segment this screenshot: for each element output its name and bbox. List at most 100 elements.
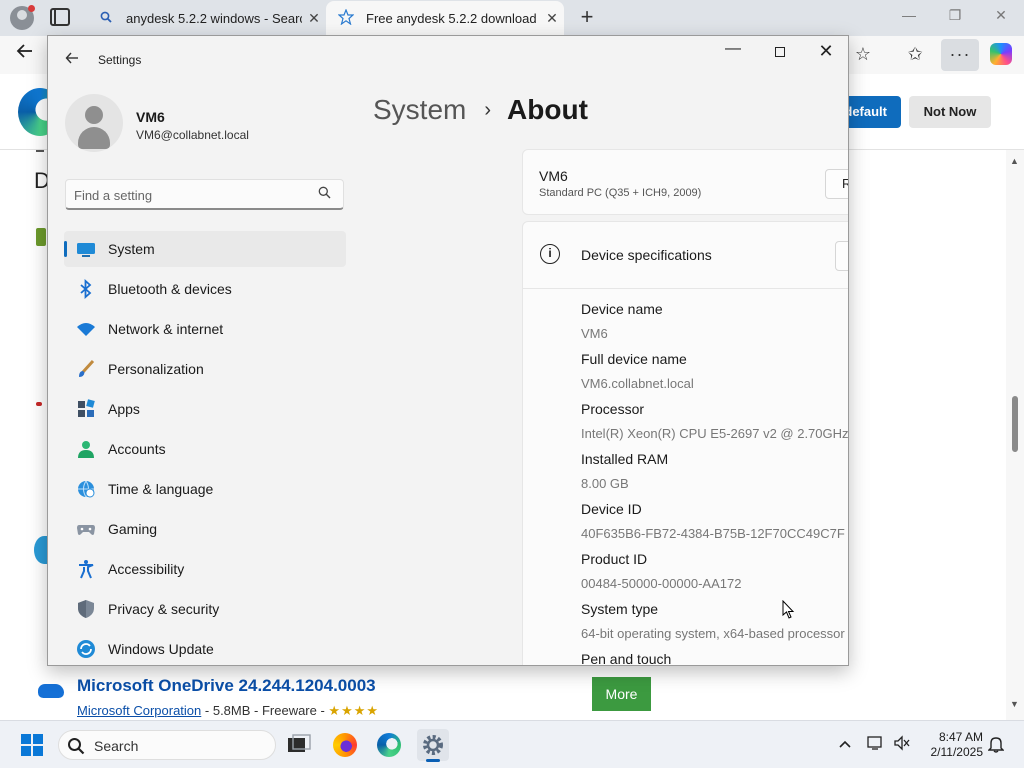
profile-notification-dot: [28, 5, 35, 12]
info-icon: i: [540, 244, 560, 264]
clock[interactable]: 8:47 AM 2/11/2025: [921, 730, 984, 760]
show-hidden-icons-icon[interactable]: [835, 735, 855, 751]
avatar-head: [85, 106, 103, 124]
tab-close-icon[interactable]: ✕: [302, 10, 326, 27]
firefox-icon[interactable]: [329, 729, 361, 761]
nav-item-label: Apps: [108, 401, 140, 417]
accounts-icon: [76, 439, 96, 459]
tab-close-icon[interactable]: ✕: [540, 10, 564, 27]
nav-item-bluetooth[interactable]: Bluetooth & devices: [64, 271, 346, 307]
browser-back-icon[interactable]: [16, 42, 34, 65]
settings-app-title: Settings: [98, 53, 142, 67]
breadcrumb-parent[interactable]: System: [373, 94, 466, 126]
nav-item-label: Accessibility: [108, 561, 185, 577]
spec-value: VM6: [581, 326, 608, 341]
browser-restore-icon[interactable]: ❐: [940, 7, 970, 24]
spec-label: Product ID: [581, 551, 648, 567]
tab-title: anydesk 5.2.2 windows - Search: [126, 10, 302, 26]
nav-item-label: Personalization: [108, 361, 204, 377]
bluetooth-icon: [76, 279, 96, 299]
browser-close-icon[interactable]: ✕: [986, 7, 1016, 24]
search-input[interactable]: [74, 184, 304, 206]
nav-item-accounts[interactable]: Accounts: [64, 431, 346, 467]
settings-back-icon[interactable]: [65, 51, 79, 70]
device-specifications-header[interactable]: i Device specifications: [523, 222, 848, 289]
paintbrush-icon: [76, 359, 96, 379]
rename-button[interactable]: R: [825, 169, 848, 199]
search-icon[interactable]: [318, 186, 331, 199]
spec-value: 40F635B6-FB72-4384-B75B-12F70CC49C7F: [581, 526, 845, 541]
nav-item-gaming[interactable]: Gaming: [64, 511, 346, 547]
nav-item-privacy-security[interactable]: Privacy & security: [64, 591, 346, 627]
nav-item-label: Accounts: [108, 441, 166, 457]
nav-item-time-language[interactable]: Time & language: [64, 471, 346, 507]
copy-button[interactable]: [835, 241, 848, 271]
tab-actions-icon[interactable]: [50, 8, 70, 26]
more-button[interactable]: More: [592, 677, 651, 711]
list-item: Microsoft OneDrive 24.244.1204.0003 Micr…: [38, 676, 658, 720]
spec-label: Device ID: [581, 501, 642, 517]
device-model: Standard PC (Q35 + ICH9, 2009): [539, 187, 702, 199]
nav-item-network[interactable]: Network & internet: [64, 311, 346, 347]
user-name: VM6: [136, 109, 165, 125]
settings-minimize-icon[interactable]: —: [721, 40, 745, 58]
app-thumbnail-icon[interactable]: [36, 228, 46, 246]
spec-label: Full device name: [581, 351, 687, 367]
app-thumbnail-icon[interactable]: [36, 402, 42, 406]
wifi-icon: [76, 319, 96, 339]
spec-row: Pen and touch: [581, 649, 848, 665]
spec-row: Device ID 40F635B6-FB72-4384-B75B-12F70C…: [581, 499, 848, 549]
taskbar: Search 8:47 AM 2/11/2025: [0, 720, 1024, 768]
notifications-bell-icon[interactable]: [986, 735, 1006, 756]
star-favicon-icon: [337, 7, 355, 28]
device-specifications-card: i Device specifications Device name VM6 …: [522, 221, 849, 665]
nav-item-apps[interactable]: Apps: [64, 391, 346, 427]
new-tab-icon[interactable]: +: [576, 4, 598, 30]
page-scrollbar[interactable]: ▲ ▼: [1006, 150, 1024, 720]
spec-row: Full device name VM6.collabnet.local: [581, 349, 848, 399]
settings-maximize-icon[interactable]: [775, 47, 785, 57]
edge-taskbar-icon[interactable]: [373, 729, 405, 761]
browser-minimize-icon[interactable]: —: [894, 7, 924, 23]
favorite-star-icon[interactable]: ☆: [848, 44, 878, 65]
more-options-icon[interactable]: ···: [941, 39, 979, 71]
rating-stars: ★★★★: [328, 703, 380, 718]
settings-taskbar-icon[interactable]: [417, 729, 449, 762]
settings-close-icon[interactable]: ✕: [816, 41, 836, 62]
nav-item-accessibility[interactable]: Accessibility: [64, 551, 346, 587]
scroll-down-icon[interactable]: ▼: [1010, 699, 1019, 709]
spec-value: Intel(R) Xeon(R) CPU E5-2697 v2 @ 2.70GH…: [581, 426, 849, 441]
tab-download[interactable]: Free anydesk 5.2.2 download Dov ✕: [326, 1, 564, 35]
onedrive-details: - 5.8MB - Freeware -: [201, 703, 329, 718]
publisher-link[interactable]: Microsoft Corporation: [77, 703, 201, 718]
update-icon: [76, 639, 96, 659]
nav-item-personalization[interactable]: Personalization: [64, 351, 346, 387]
nav-item-windows-update[interactable]: Windows Update: [64, 631, 346, 665]
active-app-indicator: [426, 759, 440, 762]
taskbar-search[interactable]: Search: [58, 730, 276, 760]
spec-label: System type: [581, 601, 659, 617]
search-icon: [68, 738, 85, 755]
spec-label: Processor: [581, 401, 645, 417]
onedrive-title-link[interactable]: Microsoft OneDrive 24.244.1204.0003: [77, 676, 376, 696]
favorites-icon[interactable]: ✩: [900, 44, 930, 65]
nav-item-system[interactable]: System: [64, 231, 346, 267]
scroll-up-icon[interactable]: ▲: [1010, 156, 1019, 166]
windows-start-icon[interactable]: [21, 734, 43, 756]
copilot-icon[interactable]: [990, 43, 1012, 65]
settings-window: Settings — ✕ VM6 VM6@collabnet.local Sys…: [47, 35, 849, 666]
avatar[interactable]: [65, 94, 123, 152]
network-icon[interactable]: [866, 735, 886, 754]
task-view-icon[interactable]: [283, 729, 315, 761]
find-setting-search[interactable]: [65, 179, 344, 210]
page-divider: [36, 150, 44, 152]
scrollbar-thumb[interactable]: [1012, 396, 1018, 452]
nav-item-label: Network & internet: [108, 321, 224, 337]
nav-item-label: Time & language: [108, 481, 214, 497]
nav-item-label: Bluetooth & devices: [108, 281, 232, 297]
not-now-button[interactable]: Not Now: [909, 96, 991, 128]
tab-search[interactable]: anydesk 5.2.2 windows - Search ✕: [86, 1, 326, 35]
firefox-logo: [333, 733, 357, 757]
volume-muted-icon[interactable]: [892, 735, 912, 754]
nav-item-label: Windows Update: [108, 641, 214, 657]
